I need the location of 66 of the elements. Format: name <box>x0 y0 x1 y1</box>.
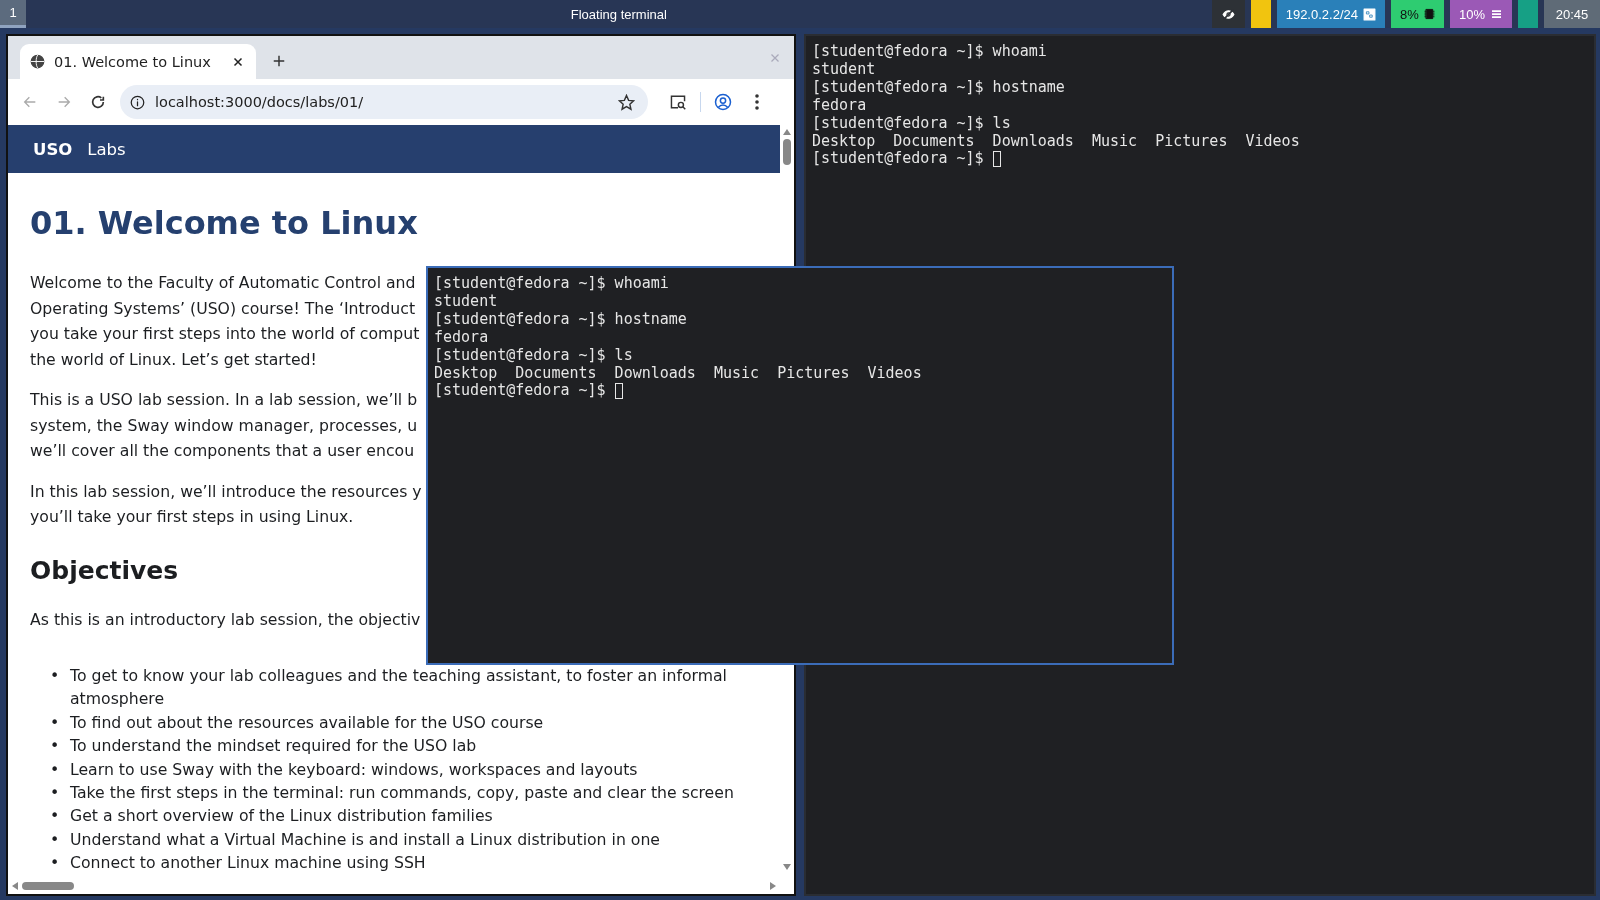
terminal-line: [student@fedora ~]$ ls <box>812 114 1011 133</box>
terminal-line: [student@fedora ~]$ <box>434 382 607 401</box>
terminal-line: Desktop Documents Downloads Music Pictures Videos <box>812 132 1300 151</box>
site-brand[interactable]: USO <box>33 139 73 159</box>
list-item: To find out about the resources available for the USO course <box>70 711 545 734</box>
browser-tab[interactable]: 01. Welcome to Linux <box>20 44 256 79</box>
paragraph-line: This is a USO lab session. In a lab session, we’ll b <box>30 389 418 411</box>
paragraph-line: the world of Linux. Let’s get started! <box>30 348 317 371</box>
address-bar[interactable]: localhost:3000/docs/labs/01/ <box>120 85 648 119</box>
terminal-line: fedora <box>812 96 867 115</box>
terminal-line: [student@fedora ~]$ whoami <box>434 275 669 293</box>
status-text: 192.0.2.2/24 <box>1285 6 1358 22</box>
status-text: 8% <box>1400 6 1419 22</box>
window-title: Floating terminal <box>570 6 667 22</box>
terminal-line: [student@fedora ~]$ whoami <box>812 43 1047 61</box>
url-text: localhost:3000/docs/labs/01/ <box>155 94 365 110</box>
memory-chip-icon <box>1423 7 1435 21</box>
nav-link[interactable]: Labs <box>87 139 126 159</box>
scrollbar-thumb[interactable] <box>22 882 74 890</box>
paragraph-line: you’ll take your first steps in using Linux. <box>30 506 354 528</box>
terminal-line: [student@fedora ~]$ <box>812 150 985 169</box>
terminal-line: student <box>812 60 876 79</box>
globe-icon <box>30 54 45 69</box>
paragraph-line: Operating Systems’ (USO) course! The ‘Introduct <box>30 297 416 320</box>
bullet-marker: • <box>50 852 61 875</box>
bullet-marker: • <box>50 735 61 758</box>
list-item: Connect to another Linux machine using SSH <box>70 852 427 875</box>
tab-title: 01. Welcome to Linux <box>54 53 212 70</box>
paragraph-line: In this lab session, we’ll introduce the resources y <box>30 480 422 503</box>
list-item: Take the first steps in the terminal: run commands, copy, paste and clear the screen <box>70 782 735 805</box>
bullet-marker: • <box>50 782 61 805</box>
workspace-button[interactable]: 1 <box>0 0 26 28</box>
paragraph-line: system, the Sway window manager, processes, u <box>30 414 418 437</box>
terminal-line: student <box>434 292 498 311</box>
clock-text: 20:45 <box>1555 6 1589 22</box>
eye-slash-icon <box>1220 7 1236 21</box>
list-item: Understand what a Virtual Machine is and install a Linux distribution in one <box>70 828 661 851</box>
status-text: 10% <box>1458 6 1485 22</box>
bars-icon <box>1490 8 1503 20</box>
paragraph-line: As this is an introductory lab session, the objectiv <box>30 608 421 631</box>
page-title: 01. Welcome to Linux <box>30 203 418 244</box>
list-item: Get a short overview of the Linux distribution families <box>70 805 494 828</box>
scroll-left-arrow-icon[interactable] <box>12 882 18 890</box>
info-icon <box>130 94 145 110</box>
bullet-marker: • <box>50 828 61 851</box>
scrollbar-thumb[interactable] <box>783 139 791 165</box>
network-icon <box>1362 7 1376 21</box>
scroll-right-arrow-icon[interactable] <box>770 882 776 890</box>
scroll-down-arrow-icon[interactable] <box>783 864 791 870</box>
list-item: To get to know your lab colleagues and the teaching assistant, to foster an informal atmosphere <box>70 665 728 711</box>
terminal-line: [student@fedora ~]$ ls <box>434 346 633 365</box>
list-item: Learn to use Sway with the keyboard: windows, workspaces and layouts <box>70 758 639 781</box>
paragraph-line: Welcome to the Faculty of Automatic Control and <box>30 272 416 294</box>
list-item: To understand the mindset required for the USO lab <box>70 735 478 758</box>
bullet-marker: • <box>50 711 61 734</box>
scroll-up-arrow-icon[interactable] <box>783 129 791 135</box>
terminal-line: fedora <box>434 328 489 347</box>
paragraph-line: you take your first steps into the world of comput <box>30 323 420 345</box>
paragraph-line: we’ll cover all the components that a user encou <box>30 440 415 462</box>
terminal-line: [student@fedora ~]$ hostname <box>812 78 1065 97</box>
bullet-marker: • <box>50 665 61 687</box>
bullet-marker: • <box>50 805 61 828</box>
section-heading: Objectives <box>30 554 179 587</box>
terminal-window[interactable]: [student@fedora ~]$ whoami student [student@fedora ~]$ hostname fedora [student@fedora ~]$ ls Desktop Documents Downloads Music Pictures Videos [student@fedora ~]$ <box>426 266 1174 665</box>
terminal-line: [student@fedora ~]$ hostname <box>434 310 687 329</box>
bullet-marker: • <box>50 758 61 781</box>
